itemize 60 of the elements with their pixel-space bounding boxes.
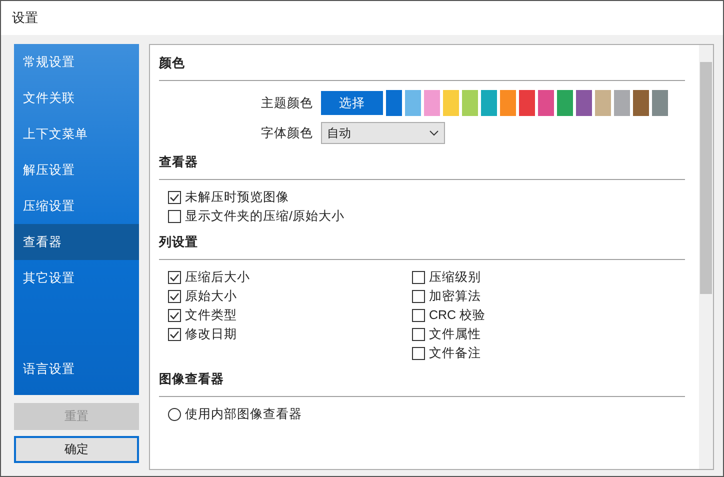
- window-title: 设置: [12, 9, 38, 27]
- checkbox-label: CRC 校验: [429, 306, 486, 324]
- checkbox[interactable]: [168, 190, 181, 204]
- color-swatch[interactable]: [557, 90, 573, 116]
- sidebar-item[interactable]: 文件关联: [14, 80, 139, 116]
- checkbox-label: 压缩后大小: [185, 268, 250, 286]
- color-swatch[interactable]: [595, 90, 611, 116]
- checkbox-label: 未解压时预览图像: [185, 188, 289, 206]
- font-color-label: 字体颜色: [260, 124, 313, 142]
- checkbox-label: 压缩级别: [429, 268, 481, 286]
- checkbox[interactable]: [412, 308, 425, 322]
- radio-button[interactable]: [168, 408, 181, 420]
- checkbox-label: 原始大小: [185, 288, 237, 304]
- checkbox[interactable]: [168, 210, 181, 222]
- checkbox[interactable]: [412, 346, 425, 360]
- radio-label: 使用内部图像查看器: [185, 406, 302, 422]
- section-heading: 查看器: [159, 154, 685, 180]
- section-heading: 颜色: [159, 55, 685, 81]
- theme-color-label: 主题颜色: [260, 94, 313, 112]
- sidebar-item[interactable]: 上下文菜单: [14, 116, 139, 152]
- color-swatch[interactable]: [652, 90, 668, 116]
- color-swatch[interactable]: [386, 90, 402, 116]
- sidebar-item[interactable]: 压缩设置: [14, 188, 139, 224]
- choose-button[interactable]: 选择: [321, 91, 383, 115]
- sidebar-item[interactable]: 其它设置: [14, 260, 139, 296]
- checkbox[interactable]: [412, 290, 425, 302]
- checkbox-label: 文件属性: [429, 326, 481, 342]
- section-heading: 列设置: [159, 234, 685, 260]
- sidebar-item[interactable]: 查看器: [14, 224, 139, 260]
- color-swatch[interactable]: [538, 90, 554, 116]
- sidebar-item[interactable]: 解压设置: [14, 152, 139, 188]
- scrollbar-thumb[interactable]: [700, 62, 712, 294]
- checkbox[interactable]: [412, 328, 425, 340]
- color-swatch[interactable]: [424, 90, 440, 116]
- color-swatch[interactable]: [576, 90, 592, 116]
- chevron-down-icon: [429, 130, 439, 136]
- color-swatch[interactable]: [519, 90, 535, 116]
- font-color-dropdown[interactable]: 自动: [321, 122, 445, 144]
- color-swatch[interactable]: [481, 90, 497, 116]
- checkbox[interactable]: [168, 290, 181, 302]
- checkbox[interactable]: [168, 270, 181, 284]
- checkbox[interactable]: [168, 328, 181, 340]
- color-swatch[interactable]: [462, 90, 478, 116]
- checkbox-label: 文件类型: [185, 306, 237, 324]
- color-swatch[interactable]: [405, 90, 421, 116]
- checkbox-label: 显示文件夹的压缩/原始大小: [185, 208, 344, 224]
- sidebar-item[interactable]: 常规设置: [14, 44, 139, 80]
- color-swatch[interactable]: [614, 90, 630, 116]
- checkbox[interactable]: [412, 270, 425, 284]
- checkbox-label: 修改日期: [185, 326, 237, 342]
- checkbox-label: 文件备注: [429, 344, 481, 362]
- color-swatch[interactable]: [500, 90, 516, 116]
- color-swatch[interactable]: [633, 90, 649, 116]
- checkbox[interactable]: [168, 308, 181, 322]
- color-swatch[interactable]: [443, 90, 459, 116]
- sidebar-item[interactable]: 语言设置: [14, 351, 139, 387]
- ok-button[interactable]: 确定: [14, 436, 139, 463]
- section-heading: 图像查看器: [159, 371, 685, 397]
- scrollbar[interactable]: [699, 45, 713, 469]
- checkbox-label: 加密算法: [429, 288, 481, 304]
